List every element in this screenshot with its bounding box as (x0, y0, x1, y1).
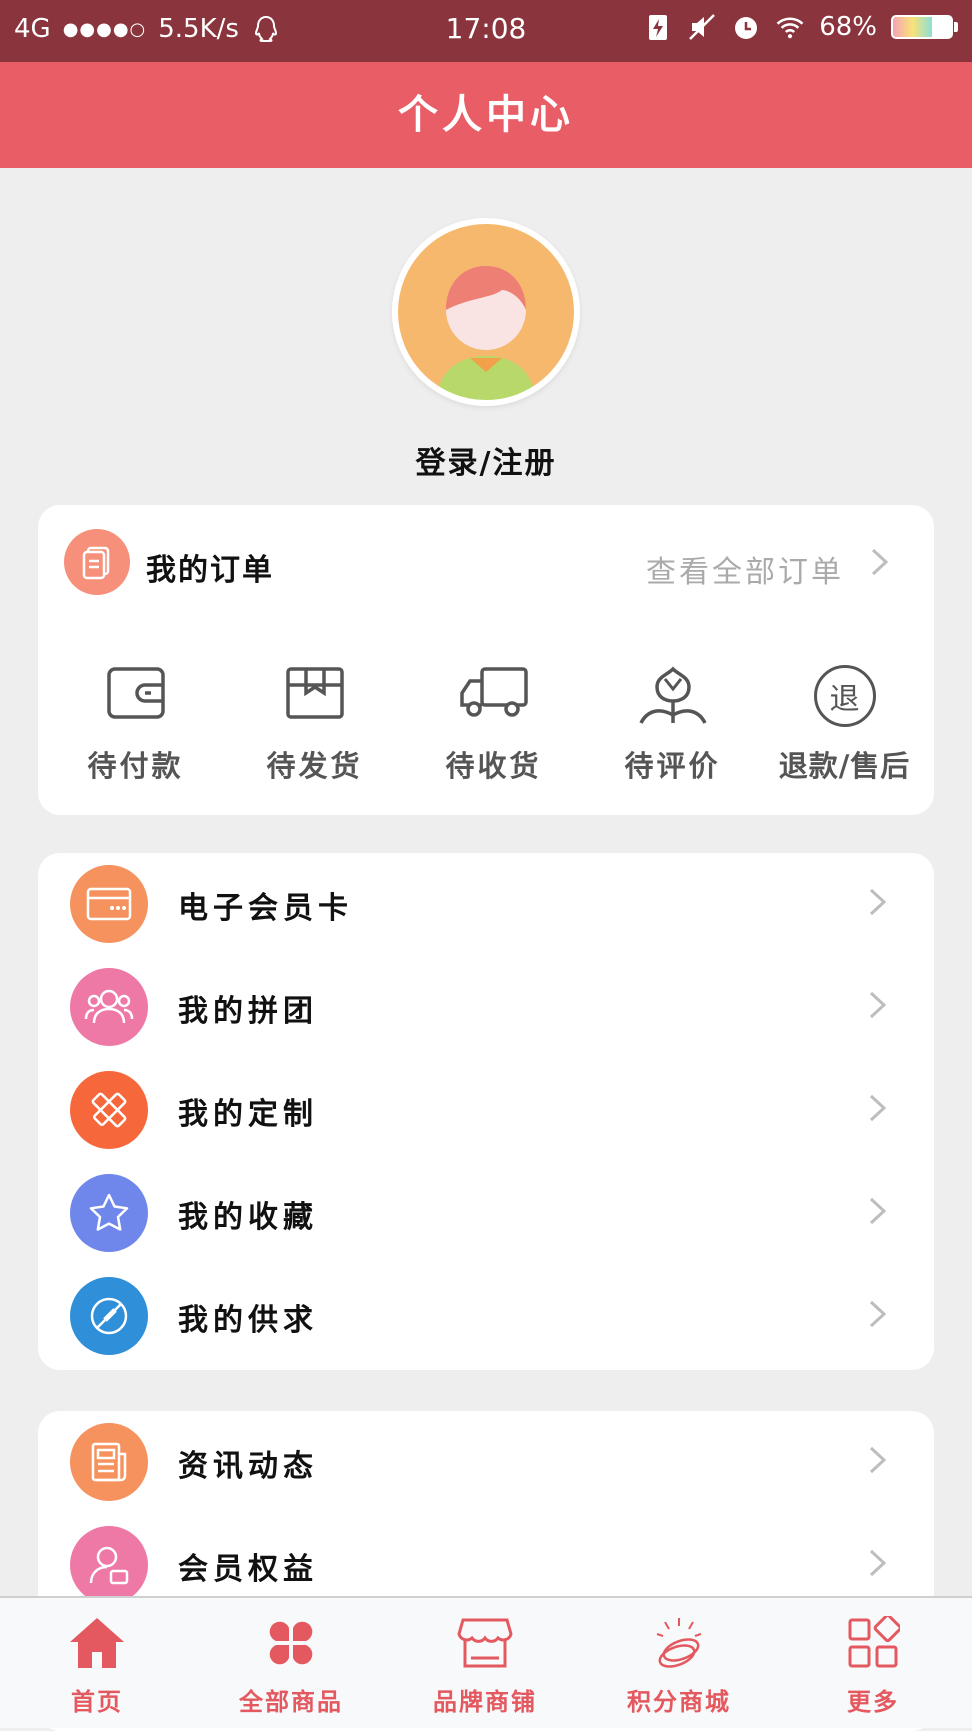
group-icon (70, 968, 148, 1046)
menu-item-customize[interactable]: 我的定制 (38, 1059, 934, 1159)
battery-percent: 68% (819, 12, 877, 42)
nav-label: 首页 (71, 1688, 123, 1716)
nav-more[interactable]: 更多 (776, 1598, 970, 1730)
refund-icon-glyph: 退 (813, 665, 876, 727)
more-icon (776, 1616, 970, 1672)
page-title: 个人中心 (0, 62, 972, 168)
order-status-refund[interactable]: 退 退款/售后 (755, 657, 934, 787)
wifi-icon (775, 12, 805, 42)
chevron-right-icon (869, 1300, 887, 1328)
news-icon (70, 1423, 148, 1501)
order-doc-icon (64, 529, 130, 595)
alarm-icon (731, 12, 761, 42)
order-status-label: 待发货 (266, 749, 363, 783)
nav-points-mall[interactable]: 积分商城 (582, 1598, 776, 1730)
orders-title: 我的订单 (146, 553, 274, 588)
nav-all-products[interactable]: 全部商品 (194, 1598, 388, 1730)
menu-item-label: 我的定制 (178, 1097, 318, 1132)
coins-icon (582, 1616, 776, 1672)
order-status-pending-review[interactable]: 待评价 (583, 657, 762, 787)
nav-label: 更多 (847, 1688, 899, 1716)
refund-icon: 退 (755, 665, 934, 727)
order-status-label: 退款/售后 (778, 749, 911, 783)
orders-header[interactable]: 我的订单 查看全部订单 (38, 505, 934, 623)
menu-item-supply-demand[interactable]: 我的供求 (38, 1265, 934, 1365)
menu-item-label: 我的供求 (178, 1303, 318, 1338)
flower-icon (583, 665, 762, 727)
order-status-label: 待评价 (624, 749, 721, 783)
menu-item-member-card[interactable]: 电子会员卡 (38, 853, 934, 953)
nav-label: 全部商品 (239, 1688, 343, 1716)
chevron-right-icon (869, 1197, 887, 1225)
shop-icon (388, 1616, 582, 1672)
order-status-pending-receipt[interactable]: 待收货 (404, 657, 583, 787)
menu-item-news[interactable]: 资讯动态 (38, 1411, 934, 1511)
nav-label: 品牌商铺 (433, 1688, 537, 1716)
nav-brand-shops[interactable]: 品牌商铺 (388, 1598, 582, 1730)
avatar[interactable] (392, 218, 580, 406)
chevron-right-icon (869, 1549, 887, 1577)
card-icon (70, 865, 148, 943)
menu-item-label: 我的收藏 (178, 1200, 318, 1235)
grid-petal-icon (194, 1616, 388, 1672)
compass-icon (70, 1277, 148, 1355)
nav-label: 积分商城 (627, 1688, 731, 1716)
chevron-right-icon (869, 991, 887, 1019)
package-icon (225, 665, 404, 727)
menu-item-label: 电子会员卡 (178, 891, 353, 926)
battery-level (893, 17, 933, 37)
battery-icon (891, 15, 958, 39)
charging-icon (643, 12, 673, 42)
chevron-right-icon (869, 1446, 887, 1474)
nav-home[interactable]: 首页 (0, 1598, 194, 1730)
order-status-pending-payment[interactable]: 待付款 (46, 657, 225, 787)
order-status-label: 待付款 (87, 749, 184, 783)
order-status-label: 待收货 (445, 749, 542, 783)
login-register-link[interactable]: 登录/注册 (0, 438, 972, 482)
status-bar: 4G ●●●●○ 5.5K/s 17:08 68% (0, 0, 972, 62)
tools-icon (70, 1071, 148, 1149)
chevron-right-icon (869, 888, 887, 916)
menu-item-group-buy[interactable]: 我的拼团 (38, 956, 934, 1056)
chevron-right-icon (871, 548, 889, 576)
menu-item-label: 我的拼团 (178, 994, 318, 1029)
menu-item-favorites[interactable]: 我的收藏 (38, 1162, 934, 1262)
truck-icon (404, 665, 583, 727)
menu-item-label: 会员权益 (178, 1552, 318, 1587)
orders-card: 我的订单 查看全部订单 待付款 待发货 待收货 待评价 退 退款/售后 (38, 505, 934, 815)
home-icon (0, 1616, 194, 1672)
menu-item-label: 资讯动态 (178, 1449, 318, 1484)
chevron-right-icon (869, 1094, 887, 1122)
star-icon (70, 1174, 148, 1252)
member-icon (70, 1526, 148, 1604)
view-all-orders-link[interactable]: 查看全部订单 (646, 547, 844, 591)
mute-icon (687, 12, 717, 42)
wallet-icon (46, 665, 225, 727)
order-status-pending-shipment[interactable]: 待发货 (225, 657, 404, 787)
services-card: 电子会员卡 我的拼团 我的定制 我的收藏 我的供求 (38, 853, 934, 1370)
bottom-nav: 首页 全部商品 品牌商铺 积分商城 更多 (0, 1596, 972, 1728)
